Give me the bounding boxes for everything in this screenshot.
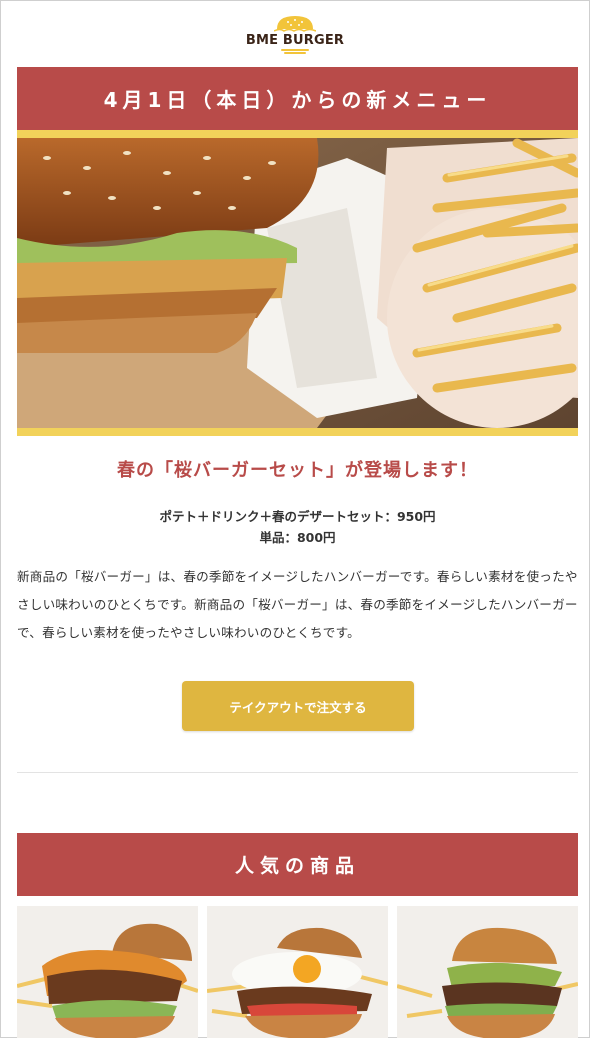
email-header: BME BURGER [1, 1, 589, 67]
set-price: ポテト＋ドリンク＋春のデザートセット：950円 [159, 509, 436, 524]
egg-burger-photo [207, 906, 388, 1038]
product-description: 新商品の「桜バーガー」は、春の季節をイメージしたハンバーガーです。春らしい素材を… [17, 569, 578, 640]
takeout-order-button[interactable]: テイクアウトで注文する [182, 681, 414, 731]
single-price: 単品：800円 [259, 530, 336, 545]
burger-and-fries-photo [17, 138, 578, 428]
popular-products-list [17, 906, 578, 1038]
popular-products-banner: 人気の商品 [17, 833, 578, 896]
section-divider [17, 772, 578, 773]
logo-bun-icon [281, 49, 309, 54]
new-menu-headline: 春の「桜バーガーセット」が登場します！ [117, 460, 478, 481]
cheese-burger-photo [17, 906, 198, 1038]
hero-image-frame [17, 130, 578, 436]
new-menu-banner: 4月1日（本日）からの新メニュー [17, 67, 578, 130]
avocado-burger-photo [397, 906, 578, 1038]
product-card[interactable] [397, 906, 578, 1038]
price-block: ポテト＋ドリンク＋春のデザートセット：950円 単品：800円 [17, 506, 578, 548]
logo-text: BME BURGER [245, 33, 345, 48]
product-card[interactable] [17, 906, 198, 1038]
burger-logo-icon [274, 16, 316, 32]
product-card[interactable] [207, 906, 388, 1038]
